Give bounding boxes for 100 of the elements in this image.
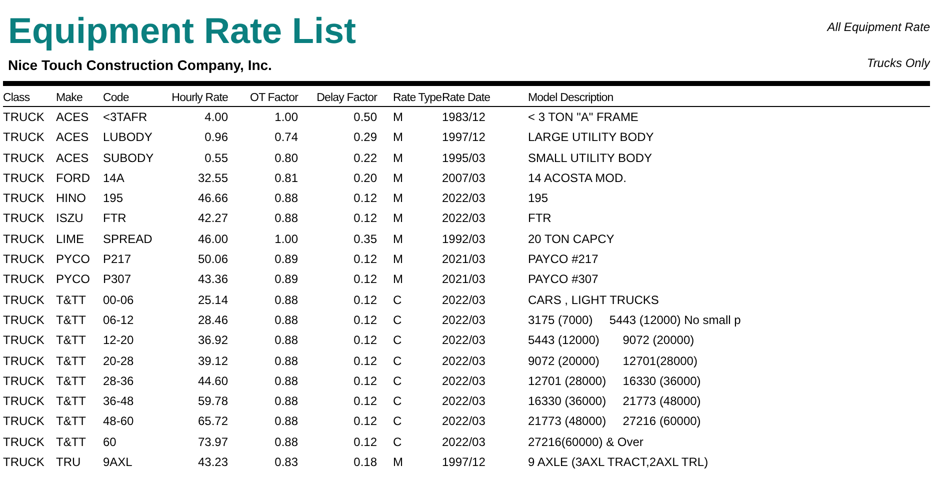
table-cell-text: TRUCK <box>3 109 46 126</box>
table-cell-text: 46.00 <box>196 230 228 248</box>
table-cell-text: 0.74 <box>274 129 298 146</box>
table-cell-text: 0.12 <box>352 352 377 370</box>
table-cell-text: 27216(60000) & Over <box>528 434 644 451</box>
table-cell-text: 36.92 <box>196 332 228 350</box>
table-cell-text: 28.46 <box>196 312 228 329</box>
table-cell-text: 0.12 <box>352 372 377 390</box>
column-header: Class <box>3 91 31 106</box>
table-cell-text: < 3 TON "A" FRAME <box>528 109 640 126</box>
table-cell-text: C <box>392 352 403 370</box>
table-cell-text: M <box>392 454 404 472</box>
table-cell-text: 5443 (12000) 9072 (20000) <box>528 332 696 350</box>
table-cell-text: PYCO <box>56 251 92 268</box>
table-cell-text: 3175 (7000) 5443 (12000) No small p <box>528 312 742 329</box>
table-cell-text: M <box>392 210 404 228</box>
table-cell-text: 0.12 <box>352 332 377 350</box>
table-cell-text: 39.12 <box>196 352 228 370</box>
table-cell-text: 48-60 <box>103 413 135 430</box>
column-header: Model Description <box>528 91 614 106</box>
table-cell-text: C <box>392 413 403 430</box>
table-cell-text: ACES <box>56 129 90 146</box>
table-cell-text: TRUCK <box>3 312 46 329</box>
table-cell-text: 12701 (28000) 16330 (36000) <box>528 372 702 390</box>
table-cell-text: 0.80 <box>274 150 298 167</box>
table-cell-text: TRUCK <box>3 150 46 167</box>
table-cell-text: ACES <box>56 109 90 126</box>
table-cell-text: T&TT <box>56 312 87 329</box>
table-cell-text: TRU <box>56 454 82 472</box>
table-cell-text: TRUCK <box>3 434 46 451</box>
table-cell-text: M <box>392 230 404 248</box>
table-cell-text: 2022/03 <box>442 332 486 350</box>
table-cell-text: 0.12 <box>352 434 377 451</box>
table-cell-text: 36-48 <box>103 393 135 410</box>
table-cell-text: TRUCK <box>3 393 46 410</box>
table-cell-text: C <box>392 434 403 451</box>
column-header: OT Factor <box>249 91 298 106</box>
table-cell-text: SPREAD <box>103 230 154 248</box>
table-cell-text: 0.89 <box>274 251 298 268</box>
table-cell-text: 195 <box>528 190 550 208</box>
table-cell-text: 42.27 <box>196 210 228 228</box>
table-cell-text: 2021/03 <box>442 271 486 288</box>
table-cell-text: 0.88 <box>274 413 298 430</box>
table-cell-text: 1995/03 <box>442 150 486 167</box>
table-cell-text: 1.00 <box>274 230 298 248</box>
table-cell-text: 46.66 <box>196 190 228 208</box>
table-cell-text: 0.88 <box>274 352 298 370</box>
table-cell-text: 1983/12 <box>442 109 486 126</box>
table-cell-text: 2022/03 <box>442 434 486 451</box>
table-cell-text: 195 <box>103 190 124 208</box>
table-cell-text: 21773 (48000) 27216 (60000) <box>528 413 702 430</box>
table-cell-text: T&TT <box>56 292 87 309</box>
table-cell-text: 0.12 <box>352 393 377 410</box>
table-cell-text: 0.12 <box>352 292 377 309</box>
table-cell-text: 73.97 <box>196 434 228 451</box>
table-cell-text: 20-28 <box>103 352 135 370</box>
table-cell-text: 2007/03 <box>442 170 486 187</box>
table-cell-text: SUBODY <box>103 150 155 167</box>
table-cell-text: SMALL UTILITY BODY <box>528 150 654 167</box>
table-cell-text: M <box>392 271 404 288</box>
table-cell-text: 2022/03 <box>442 372 486 390</box>
table-cell-text: 0.88 <box>274 210 298 228</box>
column-header: Hourly Rate <box>170 91 228 106</box>
table-cell-text: 43.23 <box>196 454 228 472</box>
table-cell-text: M <box>392 109 404 126</box>
table-cell-text: 1997/12 <box>442 129 486 146</box>
table-cell-text: TRUCK <box>3 271 46 288</box>
table-cell-text: TRUCK <box>3 190 46 208</box>
table-cell-text: 0.12 <box>352 413 377 430</box>
table-cell-text: TRUCK <box>3 413 46 430</box>
table-cell-text: 9AXL <box>103 454 134 472</box>
table-cell-text: 0.29 <box>352 129 377 146</box>
table-cell-text: TRUCK <box>3 454 46 472</box>
table-cell-text: 2022/03 <box>442 413 486 430</box>
table-cell-text: 0.88 <box>274 393 298 410</box>
table-cell-text: T&TT <box>56 352 87 370</box>
table-cell-text: 0.81 <box>274 170 298 187</box>
table-cell-text: P307 <box>103 271 132 288</box>
table-cell-text: 1.00 <box>274 109 298 126</box>
table-cell-text: 2022/03 <box>442 292 486 309</box>
table-cell-text: M <box>392 170 404 187</box>
table-cell-text: C <box>392 372 403 390</box>
table-cell-text: 1992/03 <box>442 230 486 248</box>
table-cell-text: 2022/03 <box>442 312 486 329</box>
table-cell-text: M <box>392 190 404 208</box>
table-cell-text: T&TT <box>56 332 87 350</box>
table-cell-text: 2022/03 <box>442 393 486 410</box>
table-cell-text: 0.83 <box>274 454 298 472</box>
table-cell-text: TRUCK <box>3 129 46 146</box>
table-cell-text: TRUCK <box>3 251 46 268</box>
table-cell-text: 0.88 <box>274 372 298 390</box>
table-cell-text: 12-20 <box>103 332 135 350</box>
table-cell-text: TRUCK <box>3 352 46 370</box>
table-cell-text: 44.60 <box>196 372 228 390</box>
table-cell-text: ISZU <box>56 210 84 228</box>
table-cell-text: 0.35 <box>352 230 377 248</box>
table-cell-text: C <box>392 332 403 350</box>
table-cell-text: ACES <box>56 150 90 167</box>
table-cell-text: FORD <box>56 170 91 187</box>
table-cell-text: FTR <box>528 210 552 228</box>
